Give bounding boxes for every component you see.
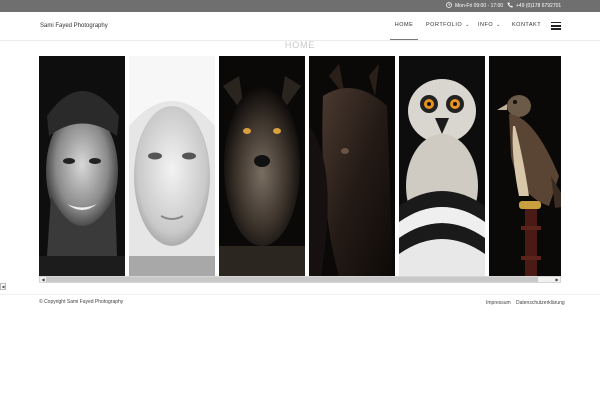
hawk-image (489, 56, 561, 276)
scroll-right-arrow-icon[interactable]: ▶ (554, 277, 560, 282)
nav-kontakt-label[interactable]: KONTAKT (512, 22, 541, 28)
gallery-photo-lemur[interactable] (399, 56, 485, 276)
photo-gallery (39, 56, 561, 276)
woman-portrait-image (129, 56, 215, 276)
site-brand[interactable]: Sami Fayed Photography (40, 12, 108, 40)
hamburger-menu-icon[interactable] (551, 22, 561, 30)
chevron-down-icon: ⌄ (465, 22, 470, 28)
footer-link-privacy[interactable]: Datenschutzerklärung (516, 300, 565, 306)
nav-kontakt[interactable]: KONTAKT (512, 12, 541, 40)
site-footer: © Copyright Sami Fayed Photography Impre… (0, 294, 600, 315)
gallery-photo-horse[interactable] (309, 56, 395, 276)
man-portrait-image (39, 56, 125, 276)
footer-link-impressum[interactable]: Impressum (486, 300, 511, 306)
page-title: HOME (284, 40, 316, 50)
phone-number-text[interactable]: +49 (0)178 6792701 (516, 3, 561, 9)
gallery-photo-woman[interactable] (129, 56, 215, 276)
nav-portfolio-label[interactable]: PORTFOLIO (426, 22, 462, 28)
gallery-scrollbar[interactable]: ◀ ▶ (39, 276, 561, 283)
site-header: Sami Fayed Photography (0, 12, 600, 41)
copyright-text: © Copyright Sami Fayed Photography (39, 299, 124, 305)
gallery-photo-dog[interactable] (219, 56, 305, 276)
opening-hours: Mon-Fri 09:00 - 17:00 (446, 0, 503, 12)
phone-number[interactable]: +49 (0)178 6792701 (507, 0, 561, 12)
nav-info[interactable]: INFO ⌄ (478, 12, 501, 40)
phone-icon (507, 2, 513, 8)
horse-portrait-image (309, 56, 395, 276)
nav-home-tab[interactable]: HOME (390, 12, 418, 40)
clock-icon (446, 2, 452, 9)
chevron-down-icon: ⌄ (496, 22, 501, 28)
nav-info-label[interactable]: INFO (478, 22, 493, 28)
dog-portrait-image (219, 56, 305, 276)
opening-hours-text: Mon-Fri 09:00 - 17:00 (455, 3, 504, 9)
scrollbar-thumb[interactable] (46, 277, 538, 282)
nav-portfolio[interactable]: PORTFOLIO ⌄ (426, 12, 470, 40)
nav-home-text[interactable]: HOME (395, 22, 414, 28)
lemur-image (399, 56, 485, 276)
top-contact-bar: Mon-Fri 09:00 - 17:00 +49 (0)178 6792701 (0, 0, 600, 12)
gallery-photo-man[interactable] (39, 56, 125, 276)
side-scroll-arrow-icon[interactable]: ◀ (0, 283, 6, 290)
gallery-photo-hawk[interactable] (489, 56, 561, 276)
